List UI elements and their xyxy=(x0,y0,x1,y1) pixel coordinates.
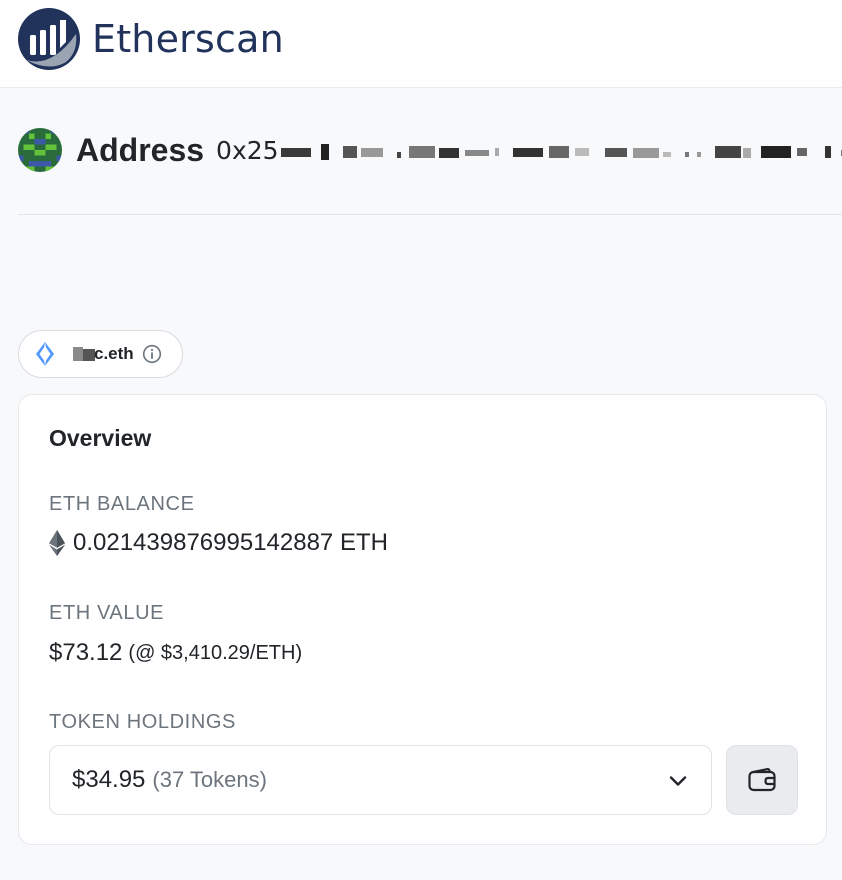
token-count: (37 Tokens) xyxy=(152,767,267,792)
ethereum-icon xyxy=(49,530,65,556)
overview-card: Overview ETH BALANCE 0.02143987699514288… xyxy=(18,394,827,845)
eth-value-usd: $73.12 xyxy=(49,639,123,666)
eth-balance-label: ETH BALANCE xyxy=(49,493,195,515)
ens-name-badge[interactable]: c.eth xyxy=(18,330,183,378)
token-holdings-value: $34.95 xyxy=(72,766,146,793)
eth-balance-value: 0.021439876995142887 ETH xyxy=(73,529,388,556)
page-title: Address xyxy=(76,131,205,168)
eth-value-label: ETH VALUE xyxy=(49,602,165,624)
overview-title: Overview xyxy=(49,425,152,451)
eth-value-row: $73.12 (@ $3,410.29/ETH) xyxy=(49,639,302,667)
multichain-wallet-button[interactable] xyxy=(726,745,798,815)
redacted-address-block xyxy=(280,143,842,160)
ens-icon xyxy=(36,342,54,366)
token-holdings-dropdown[interactable]: $34.95 (37 Tokens) xyxy=(49,745,712,815)
header-divider xyxy=(18,214,842,215)
address-heading: Address 0x25 xyxy=(18,126,842,174)
address-avatar-icon xyxy=(18,128,62,172)
address-hash[interactable]: 0x25 xyxy=(216,136,842,165)
etherscan-logo-link[interactable]: Etherscan xyxy=(18,8,284,70)
top-navbar: Etherscan xyxy=(0,0,842,88)
wallet-icon xyxy=(748,768,776,792)
eth-price-rate: (@ $3,410.29/ETH) xyxy=(128,641,303,664)
brand-name: Etherscan xyxy=(92,17,284,61)
token-holdings-label: TOKEN HOLDINGS xyxy=(49,711,236,733)
etherscan-logo-icon xyxy=(18,8,80,70)
redacted-ens-prefix xyxy=(73,347,95,361)
ens-name-text: c.eth xyxy=(94,344,134,363)
chevron-down-icon xyxy=(669,776,687,786)
info-icon[interactable] xyxy=(142,344,162,364)
eth-balance-value-row: 0.021439876995142887 ETH xyxy=(49,529,388,557)
address-prefix: 0x25 xyxy=(216,135,279,165)
